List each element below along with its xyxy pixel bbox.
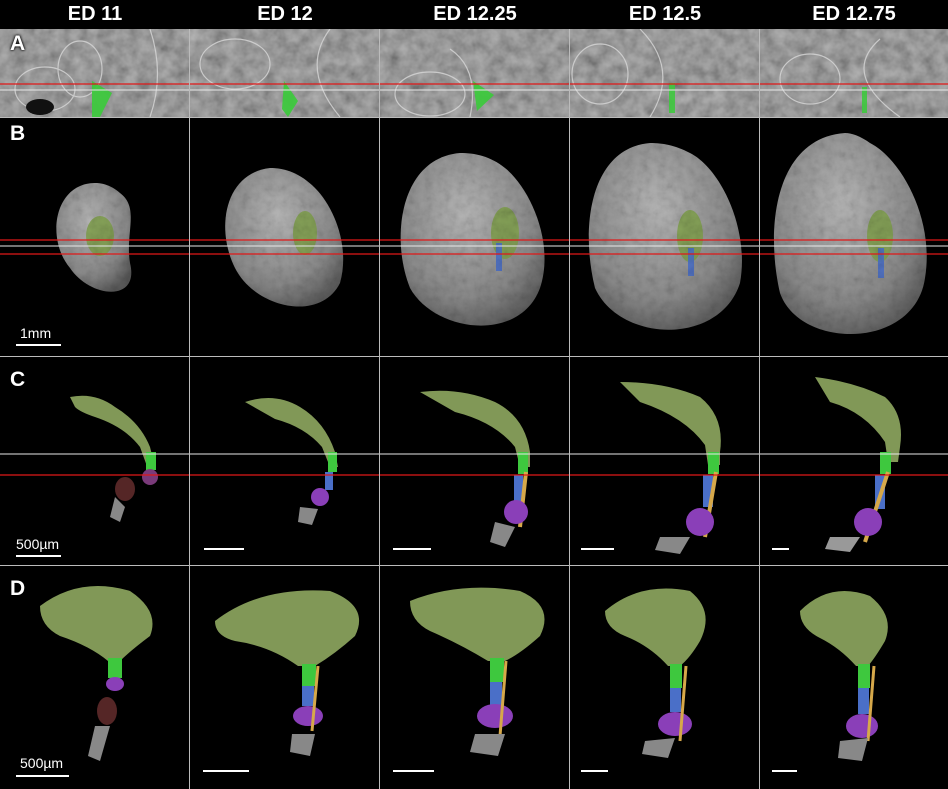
structure-c-ed12 <box>245 398 338 525</box>
green-region-ed12-5 <box>669 83 675 113</box>
grid-divider <box>0 117 948 118</box>
structure-d-ed11 <box>40 586 153 761</box>
scale-bar-c-ed12-5 <box>581 548 614 550</box>
scale-bar-d-ed11 <box>16 775 69 777</box>
scale-bar-c-ed12 <box>204 548 244 550</box>
structure-d-ed12-5 <box>605 588 706 758</box>
grid-divider <box>379 29 380 789</box>
structure-d-ed12-25 <box>410 587 545 756</box>
grid-divider <box>0 356 948 357</box>
structure-d-ed12-75 <box>800 591 888 761</box>
scale-bar-d-ed12-25 <box>393 770 434 772</box>
column-header-ed12-25: ED 12.25 <box>433 2 517 25</box>
grid-divider <box>189 29 190 789</box>
structure-c-ed12-25 <box>420 390 530 547</box>
scale-bar-c-ed12-75 <box>772 548 789 550</box>
row-label-c: C <box>10 368 26 391</box>
structure-c-ed11 <box>70 395 158 522</box>
row-c-panels <box>0 357 948 565</box>
scale-bar-c-ed11 <box>16 555 61 557</box>
row-a-slices <box>0 29 948 117</box>
row-c-structures <box>0 377 948 554</box>
structure-c-ed12-5 <box>620 382 721 554</box>
row-label-b: B <box>10 122 26 145</box>
grid-divider <box>759 29 760 789</box>
column-header-ed11: ED 11 <box>67 2 123 25</box>
dark-cavity <box>26 99 54 115</box>
column-header-ed12: ED 12 <box>257 2 313 25</box>
grid-divider <box>569 29 570 789</box>
row-b-embryos <box>0 118 948 356</box>
figure-panel: ED 11 ED 12 ED 12.25 ED 12.5 ED 12.75 A … <box>0 0 948 789</box>
scale-label-b: 1mm <box>20 325 52 341</box>
scale-bar-c-ed12-25 <box>393 548 431 550</box>
row-label-a: A <box>10 32 26 55</box>
row-d-panels <box>0 566 948 789</box>
column-header-ed12-75: ED 12.75 <box>812 2 896 25</box>
scale-bar-d-ed12-5 <box>581 770 608 772</box>
row-a-panels <box>0 29 948 117</box>
structure-d-ed12 <box>215 590 360 756</box>
grid-divider <box>0 565 948 566</box>
scale-bar-d-ed12-75 <box>772 770 797 772</box>
row-label-d: D <box>10 577 26 600</box>
row-d-structures <box>40 586 888 761</box>
column-header-ed12-5: ED 12.5 <box>628 2 702 25</box>
scale-bar-d-ed12 <box>203 770 249 772</box>
scale-label-c: 500µm <box>16 536 60 552</box>
green-region-ed12-75 <box>862 87 867 113</box>
structure-c-ed12-75 <box>815 377 901 552</box>
scale-label-d: 500µm <box>20 755 64 771</box>
row-b-panels <box>0 118 948 356</box>
scale-bar-b <box>16 344 61 346</box>
